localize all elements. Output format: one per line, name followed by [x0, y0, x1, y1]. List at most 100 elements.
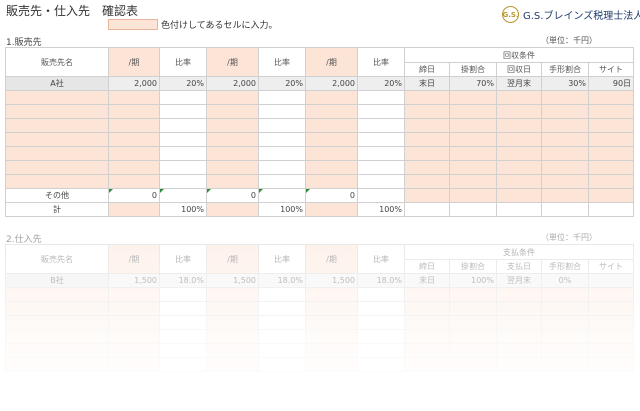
- bill-ratio-cell[interactable]: [541, 329, 589, 344]
- site-cell[interactable]: [587, 357, 635, 372]
- period-1-cell[interactable]: [108, 90, 160, 105]
- period-3-cell[interactable]: [305, 118, 358, 133]
- bill-ratio-cell[interactable]: [541, 301, 589, 316]
- credit-ratio-cell[interactable]: [449, 357, 497, 372]
- credit-ratio-cell[interactable]: [449, 146, 497, 161]
- site-cell[interactable]: [587, 273, 635, 288]
- credit-ratio-cell[interactable]: 70%: [449, 76, 497, 91]
- closing-day-cell[interactable]: [404, 90, 450, 105]
- period-2-cell[interactable]: [206, 132, 259, 147]
- credit-ratio-cell[interactable]: [449, 174, 497, 189]
- customer-name-cell[interactable]: [5, 132, 109, 147]
- credit-ratio-cell[interactable]: 100%: [449, 273, 497, 288]
- closing-day-cell[interactable]: [404, 104, 450, 119]
- site-cell[interactable]: [587, 315, 635, 330]
- period-1-cell[interactable]: [108, 301, 160, 316]
- customer-name-cell[interactable]: [5, 90, 109, 105]
- closing-day-cell[interactable]: [404, 174, 450, 189]
- site-cell[interactable]: [587, 146, 635, 161]
- closing-day-cell[interactable]: [404, 160, 450, 175]
- site-cell[interactable]: [587, 104, 635, 119]
- period-3-cell[interactable]: [305, 301, 358, 316]
- collection-day-cell[interactable]: [496, 118, 542, 133]
- site-cell[interactable]: [587, 132, 635, 147]
- credit-ratio-cell[interactable]: [449, 90, 497, 105]
- bill-ratio-cell[interactable]: [541, 160, 589, 175]
- collection-day-cell[interactable]: [496, 90, 542, 105]
- period-2-cell[interactable]: [206, 287, 259, 302]
- period-2-cell[interactable]: [206, 357, 259, 372]
- bill-ratio-cell[interactable]: 0%: [541, 273, 589, 288]
- period-2-cell[interactable]: [206, 343, 259, 358]
- credit-ratio-cell[interactable]: [449, 329, 497, 344]
- period-2-cell[interactable]: [206, 301, 259, 316]
- credit-ratio-cell[interactable]: [449, 287, 497, 302]
- header-period-1[interactable]: /期: [108, 244, 160, 274]
- payment-day-cell[interactable]: [496, 357, 542, 372]
- period-3-cell[interactable]: [305, 104, 358, 119]
- period-1-cell[interactable]: 1,500: [108, 273, 160, 288]
- customer-name-cell[interactable]: [5, 118, 109, 133]
- customer-name-cell[interactable]: [5, 146, 109, 161]
- site-cell[interactable]: [587, 343, 635, 358]
- closing-day-cell[interactable]: [404, 287, 450, 302]
- supplier-name-cell[interactable]: [5, 357, 109, 372]
- bill-ratio-cell[interactable]: [541, 357, 589, 372]
- header-period-1[interactable]: /期: [108, 47, 160, 77]
- closing-day-cell[interactable]: [404, 315, 450, 330]
- period-3-cell[interactable]: [305, 132, 358, 147]
- bill-ratio-cell[interactable]: [541, 343, 589, 358]
- customer-name-cell[interactable]: [5, 104, 109, 119]
- closing-day-cell[interactable]: [404, 188, 450, 203]
- site-cell[interactable]: [587, 118, 635, 133]
- customer-name-cell[interactable]: A社: [5, 76, 109, 91]
- site-cell[interactable]: 90日: [587, 76, 635, 91]
- bill-ratio-cell[interactable]: [541, 287, 589, 302]
- period-3-cell[interactable]: [305, 160, 358, 175]
- closing-day-cell[interactable]: 末日: [404, 76, 450, 91]
- payment-day-cell[interactable]: [496, 315, 542, 330]
- credit-ratio-cell[interactable]: [449, 343, 497, 358]
- credit-ratio-cell[interactable]: [449, 301, 497, 316]
- period-3-cell[interactable]: [305, 174, 358, 189]
- bill-ratio-cell[interactable]: [541, 315, 589, 330]
- payment-day-cell[interactable]: [496, 329, 542, 344]
- credit-ratio-cell[interactable]: [449, 104, 497, 119]
- closing-day-cell[interactable]: [404, 146, 450, 161]
- bill-ratio-cell[interactable]: [541, 90, 589, 105]
- bill-ratio-cell[interactable]: [541, 174, 589, 189]
- credit-ratio-cell[interactable]: [449, 160, 497, 175]
- supplier-name-cell[interactable]: [5, 287, 109, 302]
- period-2-cell[interactable]: [206, 174, 259, 189]
- header-period-3[interactable]: /期: [305, 244, 358, 274]
- period-2-cell[interactable]: [206, 118, 259, 133]
- collection-day-cell[interactable]: 翌月末: [496, 76, 542, 91]
- credit-ratio-cell[interactable]: [449, 118, 497, 133]
- period-3-cell[interactable]: [305, 357, 358, 372]
- bill-ratio-cell[interactable]: [541, 132, 589, 147]
- bill-ratio-cell[interactable]: [541, 104, 589, 119]
- collection-day-cell[interactable]: [496, 132, 542, 147]
- period-2-cell[interactable]: 2,000: [206, 76, 259, 91]
- header-period-2[interactable]: /期: [206, 244, 259, 274]
- customer-name-cell[interactable]: [5, 160, 109, 175]
- closing-day-cell[interactable]: [404, 118, 450, 133]
- period-2-cell[interactable]: [206, 329, 259, 344]
- period-1-cell[interactable]: [108, 357, 160, 372]
- period-3-cell[interactable]: [305, 287, 358, 302]
- credit-ratio-cell[interactable]: [449, 315, 497, 330]
- bill-ratio-cell[interactable]: 30%: [541, 76, 589, 91]
- closing-day-cell[interactable]: [404, 343, 450, 358]
- period-3-cell[interactable]: 1,500: [305, 273, 358, 288]
- site-cell[interactable]: [587, 287, 635, 302]
- supplier-name-cell[interactable]: [5, 301, 109, 316]
- period-2-cell[interactable]: [206, 146, 259, 161]
- site-cell[interactable]: [587, 329, 635, 344]
- credit-ratio-cell[interactable]: [449, 132, 497, 147]
- period-2-cell[interactable]: 1,500: [206, 273, 259, 288]
- period-2-cell[interactable]: [206, 90, 259, 105]
- period-1-cell[interactable]: [108, 160, 160, 175]
- supplier-name-cell[interactable]: B社: [5, 273, 109, 288]
- site-cell[interactable]: [587, 90, 635, 105]
- collection-day-cell[interactable]: [496, 160, 542, 175]
